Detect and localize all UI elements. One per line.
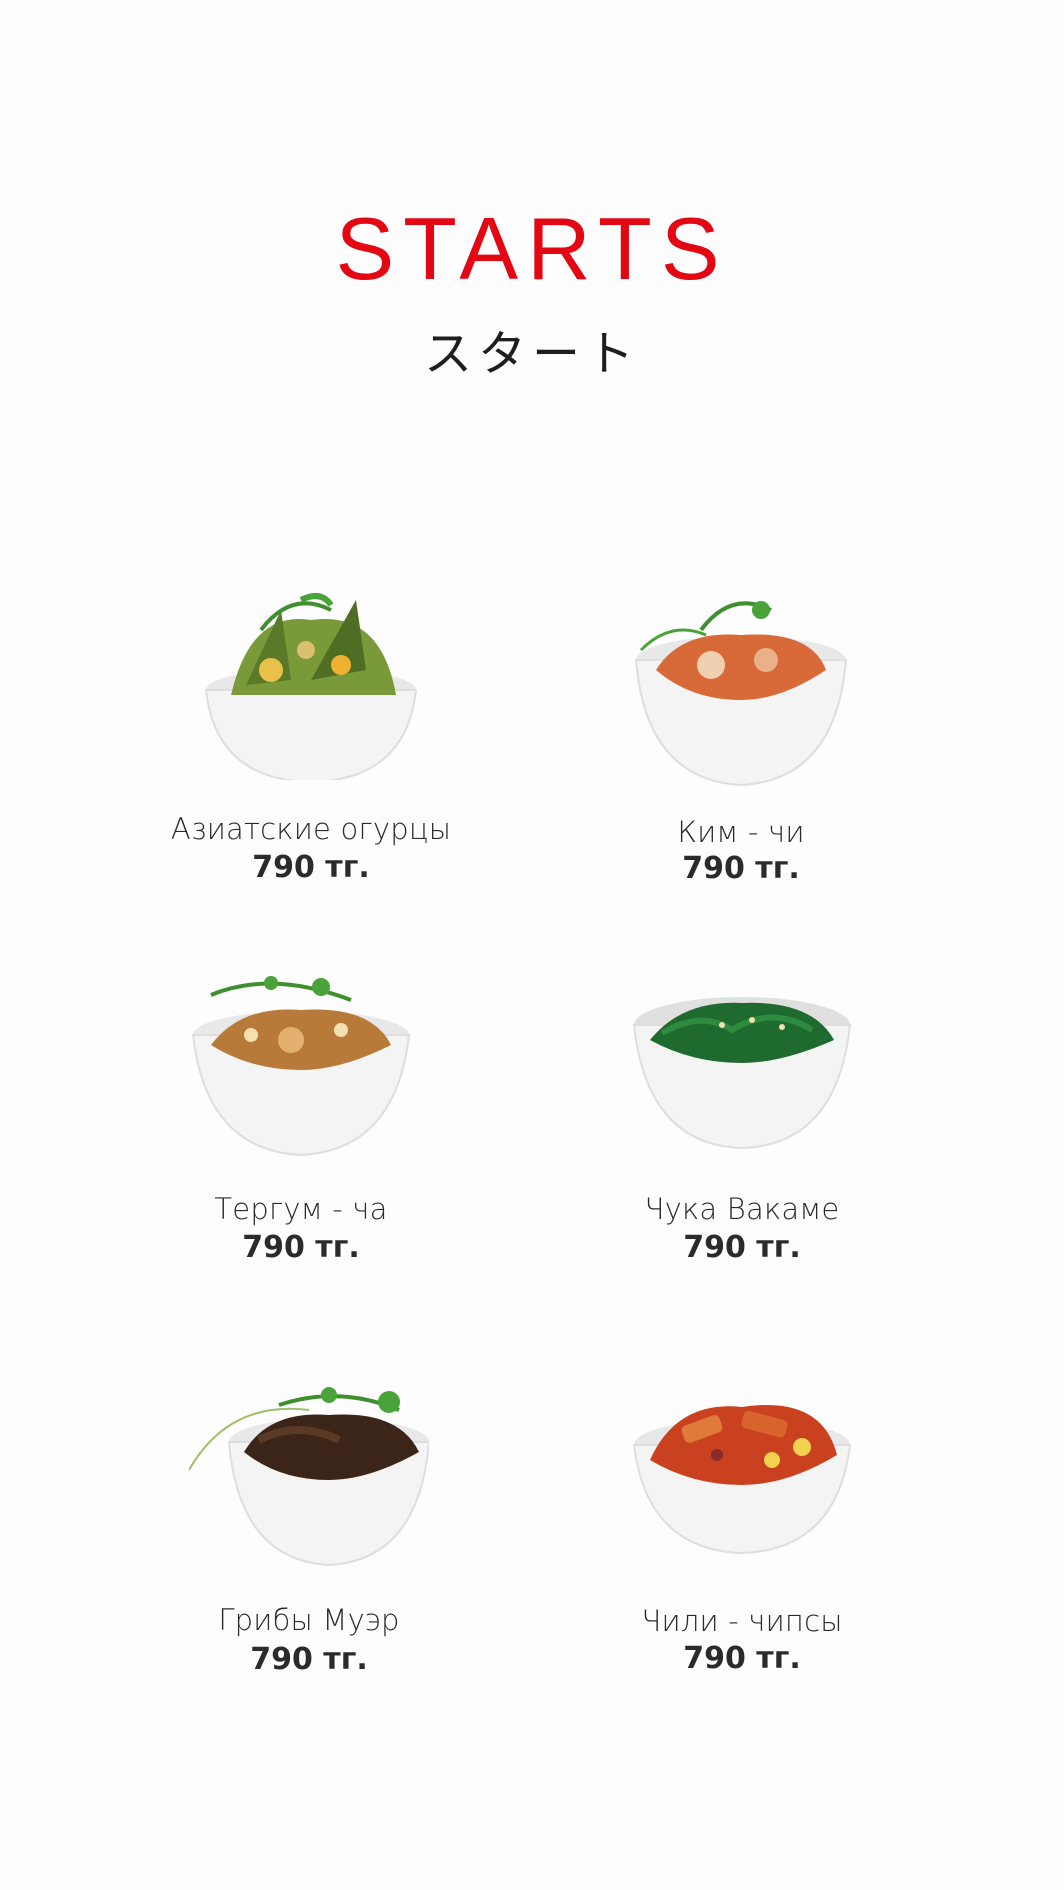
dish-name: Чили - чипсы <box>641 1604 843 1638</box>
dish-price: 790 тг. <box>250 1642 368 1677</box>
menu-item[interactable]: Тергум - ча 790 тг. <box>131 975 471 1315</box>
menu-item[interactable]: Грибы Муэр 790 тг. <box>139 1370 479 1710</box>
menu-item[interactable]: Чука Вакаме 790 тг. <box>572 985 912 1325</box>
tergum-cha-bowl-icon <box>181 975 421 1185</box>
menu-item[interactable]: Азиатские огурцы 790 тг. <box>141 570 481 910</box>
wakame-seaweed-bowl-icon <box>622 985 862 1195</box>
dish-price: 790 тг. <box>682 851 800 886</box>
dish-price: 790 тг. <box>683 1641 801 1676</box>
page-title: STARTS <box>335 199 729 298</box>
dish-price: 790 тг. <box>683 1230 801 1265</box>
mu-er-mushroom-bowl-icon <box>188 1370 431 1580</box>
chili-chips-bowl-icon <box>622 1385 862 1595</box>
kimchi-bowl-icon <box>621 590 861 800</box>
dish-name: Азиатские огурцы <box>170 812 452 846</box>
menu-item[interactable]: Чили - чипсы 790 тг. <box>572 1385 912 1725</box>
dish-name: Грибы Муэр <box>218 1603 400 1637</box>
dish-name: Тергум - ча <box>214 1192 388 1226</box>
cucumber-salad-bowl-icon <box>191 570 431 784</box>
menu-item[interactable]: Ким - чи 790 тг. <box>571 590 911 930</box>
dish-price: 790 тг. <box>252 850 370 885</box>
dish-name: Чука Вакаме <box>644 1192 840 1226</box>
dish-name: Ким - чи <box>677 815 805 849</box>
page-subtitle: スタート <box>423 326 640 382</box>
dish-price: 790 тг. <box>242 1230 360 1265</box>
